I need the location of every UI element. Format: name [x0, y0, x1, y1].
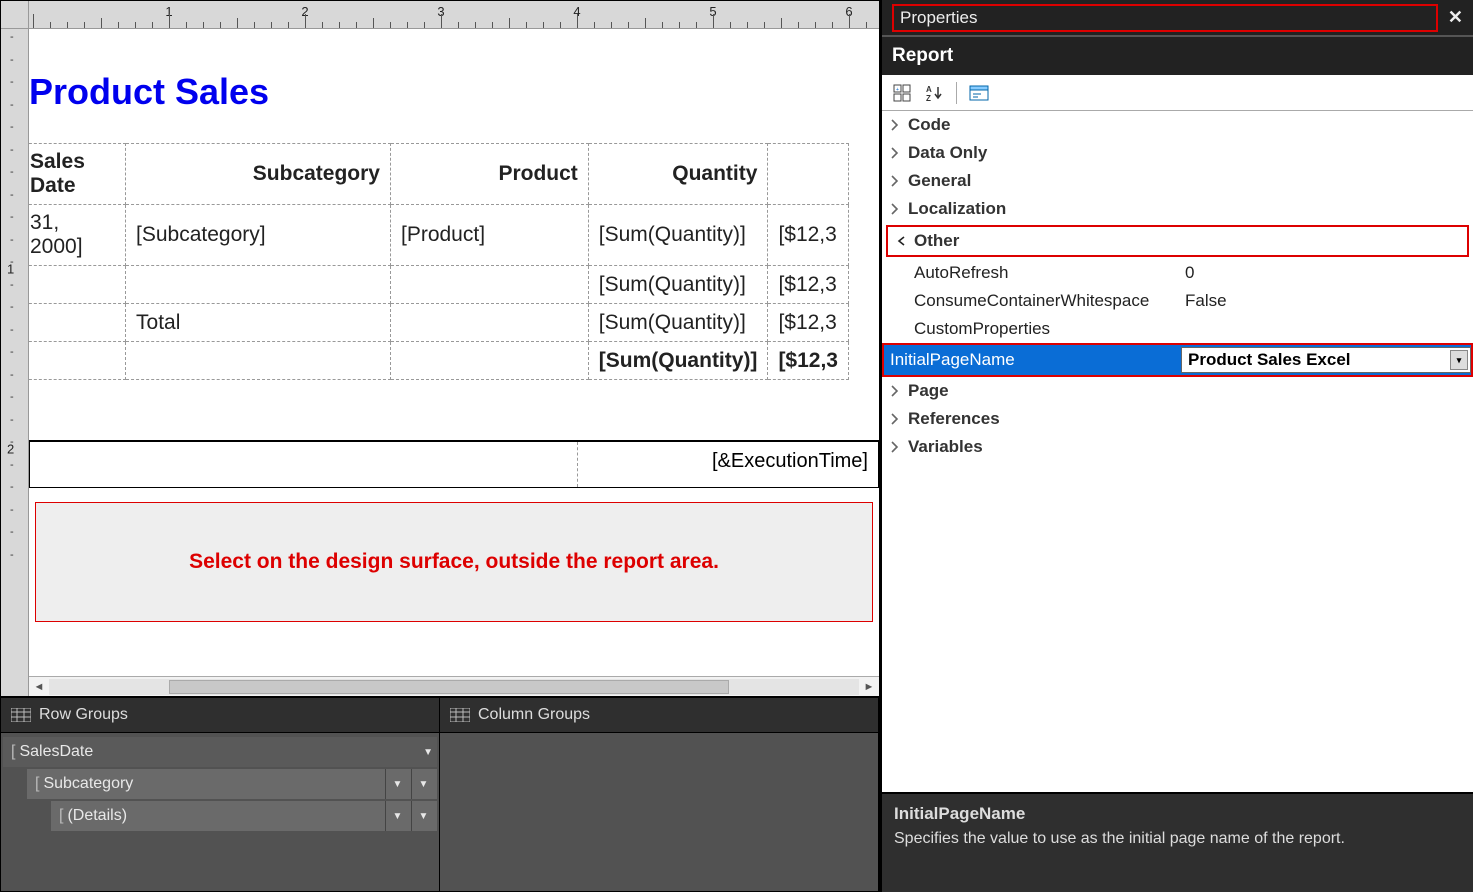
cell[interactable]: [$12,3: [768, 266, 849, 304]
scroll-right-icon[interactable]: ►: [859, 678, 879, 696]
column-groups-body[interactable]: [440, 733, 878, 891]
scroll-thumb[interactable]: [169, 680, 729, 694]
categorized-button[interactable]: +: [888, 80, 916, 106]
execution-time-field[interactable]: [&ExecutionTime]: [578, 442, 878, 487]
cell[interactable]: Total: [126, 304, 391, 342]
cell[interactable]: [390, 266, 588, 304]
cell[interactable]: [Sum(Quantity)]: [588, 304, 768, 342]
dropdown-icon[interactable]: ▼: [385, 769, 409, 799]
cell-total[interactable]: [390, 342, 588, 380]
prop-category-page[interactable]: Page: [882, 377, 1473, 405]
prop-category-localization[interactable]: Localization: [882, 195, 1473, 223]
prop-value-input[interactable]: Product Sales Excel▾: [1181, 347, 1471, 373]
property-desc-text: Specifies the value to use as the initia…: [894, 830, 1461, 848]
hint-callout: Select on the design surface, outside th…: [35, 502, 873, 622]
dropdown-icon[interactable]: ▾: [1450, 350, 1468, 370]
page-footer[interactable]: [&ExecutionTime]: [29, 440, 879, 488]
dropdown-icon[interactable]: ▼: [411, 769, 435, 799]
row-groups-header: Row Groups: [1, 698, 439, 733]
properties-panel-title: Properties: [892, 4, 1438, 32]
scroll-left-icon[interactable]: ◄: [29, 678, 49, 696]
row-groups-label: Row Groups: [39, 706, 128, 724]
prop-category-code[interactable]: Code: [882, 111, 1473, 139]
col-quantity[interactable]: Quantity: [588, 144, 768, 205]
cell[interactable]: [Subcategory]: [126, 205, 391, 266]
horizontal-ruler: 123456: [29, 1, 879, 29]
properties-toolbar: + AZ: [882, 75, 1473, 111]
column-groups-header: Column Groups: [440, 698, 878, 733]
prop-category-data only[interactable]: Data Only: [882, 139, 1473, 167]
table-icon: [11, 708, 31, 722]
svg-text:Z: Z: [926, 94, 931, 102]
prop-row-consumecontainerwhitespace[interactable]: ConsumeContainerWhitespaceFalse: [882, 287, 1473, 315]
properties-object-selector[interactable]: Report: [882, 35, 1473, 75]
row-group-item-subcategory[interactable]: [Subcategory▼▼: [27, 769, 437, 799]
cell[interactable]: 31, 2000]: [29, 205, 126, 266]
cell[interactable]: [29, 304, 126, 342]
cell-total[interactable]: [29, 342, 126, 380]
row-group-item-salesdate[interactable]: [SalesDate▼: [3, 737, 437, 767]
property-pages-button[interactable]: [965, 80, 993, 106]
prop-row-customproperties[interactable]: CustomProperties: [882, 315, 1473, 343]
prop-category-variables[interactable]: Variables: [882, 433, 1473, 461]
design-surface[interactable]: 123456 --------1--------2-------- Produc…: [1, 1, 879, 696]
dropdown-icon[interactable]: ▼: [411, 801, 435, 831]
vertical-ruler: --------1--------2--------: [1, 29, 29, 696]
property-desc-title: InitialPageName: [894, 804, 1461, 824]
horizontal-scrollbar[interactable]: ◄ ►: [29, 676, 879, 696]
report-table[interactable]: Sales Date Subcategory Product Quantity …: [29, 143, 849, 380]
close-icon[interactable]: ✕: [1448, 7, 1463, 28]
prop-row-initialpagename[interactable]: InitialPageNameProduct Sales Excel▾: [882, 343, 1473, 377]
prop-category-other[interactable]: Other: [888, 227, 1467, 255]
cell[interactable]: [126, 266, 391, 304]
cell[interactable]: [$12,3: [768, 205, 849, 266]
cell[interactable]: [Sum(Quantity)]: [588, 205, 768, 266]
dropdown-icon[interactable]: ▼: [385, 801, 409, 831]
scroll-track[interactable]: [49, 679, 859, 695]
alphabetical-button[interactable]: AZ: [920, 80, 948, 106]
svg-text:+: +: [896, 87, 899, 93]
prop-category-references[interactable]: References: [882, 405, 1473, 433]
cell-total[interactable]: [$12,3: [768, 342, 849, 380]
row-group-item-details[interactable]: [(Details)▼▼: [51, 801, 437, 831]
svg-text:A: A: [926, 85, 932, 94]
col-product[interactable]: Product: [390, 144, 588, 205]
cell[interactable]: [Product]: [390, 205, 588, 266]
col-amount[interactable]: [768, 144, 849, 205]
cell-total[interactable]: [Sum(Quantity)]: [588, 342, 768, 380]
prop-category-general[interactable]: General: [882, 167, 1473, 195]
hint-text: Select on the design surface, outside th…: [189, 550, 719, 574]
cell[interactable]: [Sum(Quantity)]: [588, 266, 768, 304]
prop-row-autorefresh[interactable]: AutoRefresh0: [882, 259, 1473, 287]
table-icon: [450, 708, 470, 722]
column-groups-label: Column Groups: [478, 706, 590, 724]
col-sales-date[interactable]: Sales Date: [29, 144, 126, 205]
col-subcategory[interactable]: Subcategory: [126, 144, 391, 205]
cell-total[interactable]: [126, 342, 391, 380]
ruler-corner: [1, 1, 29, 29]
cell[interactable]: [390, 304, 588, 342]
cell[interactable]: [$12,3: [768, 304, 849, 342]
report-title[interactable]: Product Sales: [29, 29, 879, 143]
cell[interactable]: [29, 266, 126, 304]
